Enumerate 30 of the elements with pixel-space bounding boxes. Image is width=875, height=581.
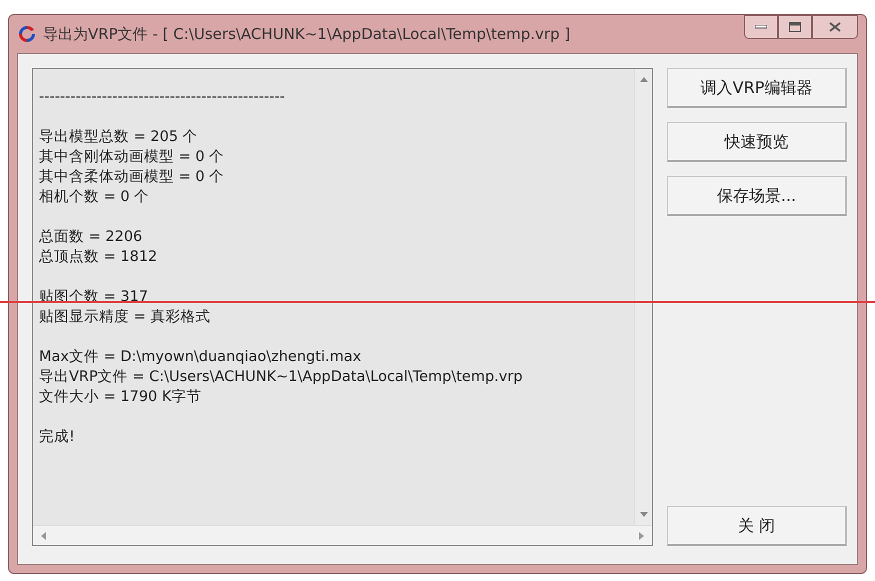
log-line: 总顶点数 = 1812 <box>39 248 158 267</box>
scroll-down-icon <box>640 512 648 517</box>
vertical-scrollbar[interactable] <box>634 69 652 525</box>
dialog-button[interactable]: 快速预览 <box>667 122 847 162</box>
log-line: 其中含刚体动画模型 = 0 个 <box>39 148 226 167</box>
log-line: 导出VRP文件 = C:\Users\ACHUNK~1\AppData\Local\Temp\temp.vrp <box>39 368 524 387</box>
log-line: 其中含柔体动画模型 = 0 个 <box>39 168 226 187</box>
horizontal-scrollbar[interactable] <box>33 525 652 545</box>
dialog-button[interactable]: 保存场景... <box>667 176 847 216</box>
log-line: 文件大小 = 1790 K字节 <box>39 388 202 407</box>
log-line: 贴图显示精度 = 真彩格式 <box>39 308 212 327</box>
dialog-button[interactable]: 调入VRP编辑器 <box>667 68 847 108</box>
close-icon <box>829 22 841 32</box>
maximize-icon <box>789 22 801 32</box>
log-line: 完成! <box>39 428 76 447</box>
close-button[interactable] <box>812 15 858 39</box>
log-line: ----------------------------------------------- <box>39 88 286 107</box>
minimize-icon <box>755 25 767 29</box>
scroll-left-icon <box>41 532 46 540</box>
log-line: 导出模型总数 = 205 个 <box>39 128 199 147</box>
window-title: 导出为VRP文件 - [ C:\Users\ACHUNK~1\AppData\Local\Temp\temp.vrp ] <box>43 24 570 45</box>
dialog-button[interactable]: 关 闭 <box>667 506 847 546</box>
log-line: Max文件 = D:\myown\duanqiao\zhengti.max <box>39 348 362 367</box>
app-icon <box>17 24 37 44</box>
minimize-button[interactable] <box>744 15 778 39</box>
log-line: 相机个数 = 0 个 <box>39 188 150 207</box>
maximize-button[interactable] <box>778 15 812 39</box>
scroll-right-icon <box>639 532 644 540</box>
scroll-up-icon <box>640 77 648 82</box>
log-line: 总面数 = 2206 <box>39 228 144 247</box>
